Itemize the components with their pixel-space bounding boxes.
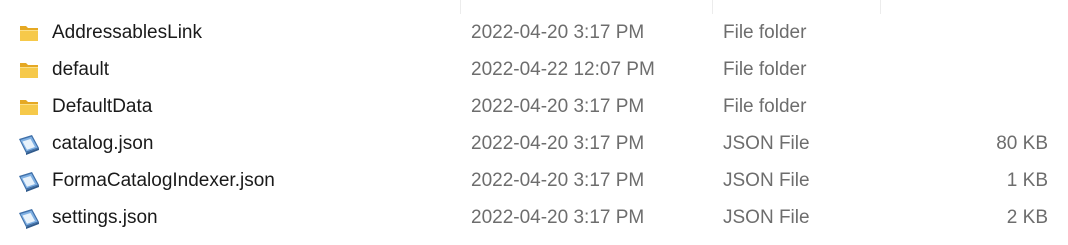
file-size: 80 KB — [996, 133, 1048, 154]
file-row[interactable]: DefaultData 2022-04-20 3:17 PM File fold… — [0, 88, 1068, 125]
file-name: catalog.json — [52, 133, 154, 154]
file-list: AddressablesLink 2022-04-20 3:17 PM File… — [0, 14, 1068, 236]
file-date-modified: 2022-04-22 12:07 PM — [471, 59, 655, 80]
column-divider-date[interactable] — [712, 0, 713, 14]
file-name: FormaCatalogIndexer.json — [52, 170, 275, 191]
file-type: File folder — [723, 22, 807, 43]
json-file-icon — [16, 168, 42, 194]
file-name: DefaultData — [52, 96, 153, 117]
folder-icon — [16, 20, 42, 46]
json-file-icon — [16, 131, 42, 157]
file-type: JSON File — [723, 133, 810, 154]
file-date-modified: 2022-04-20 3:17 PM — [471, 170, 645, 191]
file-row[interactable]: FormaCatalogIndexer.json 2022-04-20 3:17… — [0, 162, 1068, 199]
folder-icon — [16, 57, 42, 83]
file-type: JSON File — [723, 170, 810, 191]
column-divider-name[interactable] — [460, 0, 461, 14]
file-type: JSON File — [723, 207, 810, 228]
file-size: 2 KB — [1006, 207, 1048, 228]
file-name: settings.json — [52, 207, 158, 228]
file-size: 1 KB — [1006, 170, 1048, 191]
file-row[interactable]: catalog.json 2022-04-20 3:17 PM JSON Fil… — [0, 125, 1068, 162]
file-row[interactable]: settings.json 2022-04-20 3:17 PM JSON Fi… — [0, 199, 1068, 236]
file-date-modified: 2022-04-20 3:17 PM — [471, 96, 645, 117]
file-name: AddressablesLink — [52, 22, 202, 43]
json-file-icon — [16, 205, 42, 231]
file-date-modified: 2022-04-20 3:17 PM — [471, 22, 645, 43]
file-type: File folder — [723, 96, 807, 117]
column-divider-type[interactable] — [880, 0, 881, 14]
file-date-modified: 2022-04-20 3:17 PM — [471, 133, 645, 154]
file-name: default — [52, 59, 110, 80]
file-type: File folder — [723, 59, 807, 80]
file-date-modified: 2022-04-20 3:17 PM — [471, 207, 645, 228]
file-row[interactable]: default 2022-04-22 12:07 PM File folder — [0, 51, 1068, 88]
file-row[interactable]: AddressablesLink 2022-04-20 3:17 PM File… — [0, 14, 1068, 51]
folder-icon — [16, 94, 42, 120]
